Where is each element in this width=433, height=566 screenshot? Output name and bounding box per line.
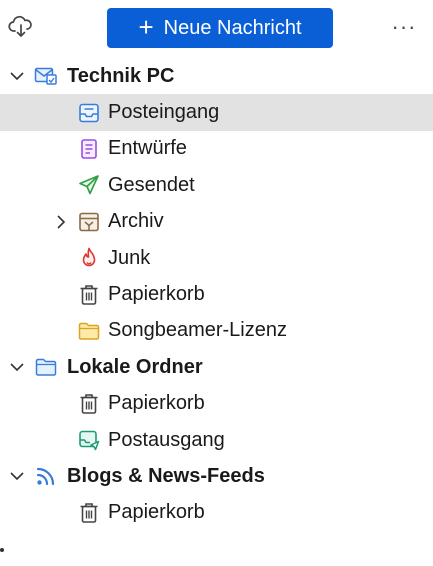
inbox-icon [77, 101, 101, 125]
folder-label: Papierkorb [108, 392, 205, 415]
account-lokale-ordner[interactable]: Lokale Ordner [0, 349, 433, 385]
trash-icon [77, 501, 101, 525]
chevron-down-icon[interactable] [8, 67, 26, 85]
folder-pane: + Neue Nachricht ··· Technik PC Posteing… [0, 0, 433, 566]
plus-icon: + [138, 12, 154, 42]
new-message-button[interactable]: + Neue Nachricht [107, 8, 333, 48]
folder-posteingang[interactable]: Posteingang [0, 94, 433, 131]
more-options-button[interactable]: ··· [391, 14, 417, 40]
folder-pane-toolbar: + Neue Nachricht ··· [0, 0, 433, 58]
folder-icon [77, 319, 101, 343]
account-technik-pc[interactable]: Technik PC [0, 58, 433, 94]
drafts-icon [77, 137, 101, 161]
folder-label: Archiv [108, 210, 164, 233]
junk-icon [77, 246, 101, 270]
trash-icon [77, 283, 101, 307]
folder-papierkorb[interactable]: Papierkorb [0, 386, 433, 422]
folder-label: Junk [108, 246, 151, 269]
sync-icon[interactable] [8, 14, 34, 40]
folder-papierkorb[interactable]: Papierkorb [0, 495, 433, 531]
rss-icon [34, 464, 58, 488]
folder-label: Gesendet [108, 173, 195, 196]
local-folders-icon [34, 355, 58, 379]
folder-entwuerfe[interactable]: Entwürfe [0, 131, 433, 167]
folder-label: Papierkorb [108, 283, 205, 306]
folder-label: Postausgang [108, 428, 225, 451]
folder-label: Papierkorb [108, 501, 205, 524]
archive-icon [77, 210, 101, 234]
account-label: Lokale Ordner [67, 355, 203, 378]
new-message-label: Neue Nachricht [163, 16, 302, 39]
folder-postausgang[interactable]: Postausgang [0, 422, 433, 458]
folder-label: Songbeamer-Lizenz [108, 319, 287, 342]
account-label: Technik PC [67, 64, 175, 87]
mail-account-icon [34, 64, 58, 88]
stray-dot [0, 548, 4, 552]
chevron-down-icon[interactable] [8, 467, 26, 485]
folder-papierkorb[interactable]: Papierkorb [0, 276, 433, 312]
chevron-right-icon[interactable] [52, 213, 70, 231]
outbox-icon [77, 428, 101, 452]
folder-label: Posteingang [108, 101, 220, 124]
folder-tree: Technik PC Posteingang Entwürfe Gesendet… [0, 58, 433, 531]
folder-songbeamer-lizenz[interactable]: Songbeamer-Lizenz [0, 313, 433, 349]
folder-label: Entwürfe [108, 137, 187, 160]
sent-icon [77, 173, 101, 197]
account-label: Blogs & News-Feeds [67, 464, 265, 487]
chevron-down-icon[interactable] [8, 358, 26, 376]
account-blogs-news-feeds[interactable]: Blogs & News-Feeds [0, 458, 433, 494]
folder-archiv[interactable]: Archiv [0, 204, 433, 240]
trash-icon [77, 392, 101, 416]
folder-junk[interactable]: Junk [0, 240, 433, 276]
folder-gesendet[interactable]: Gesendet [0, 167, 433, 203]
